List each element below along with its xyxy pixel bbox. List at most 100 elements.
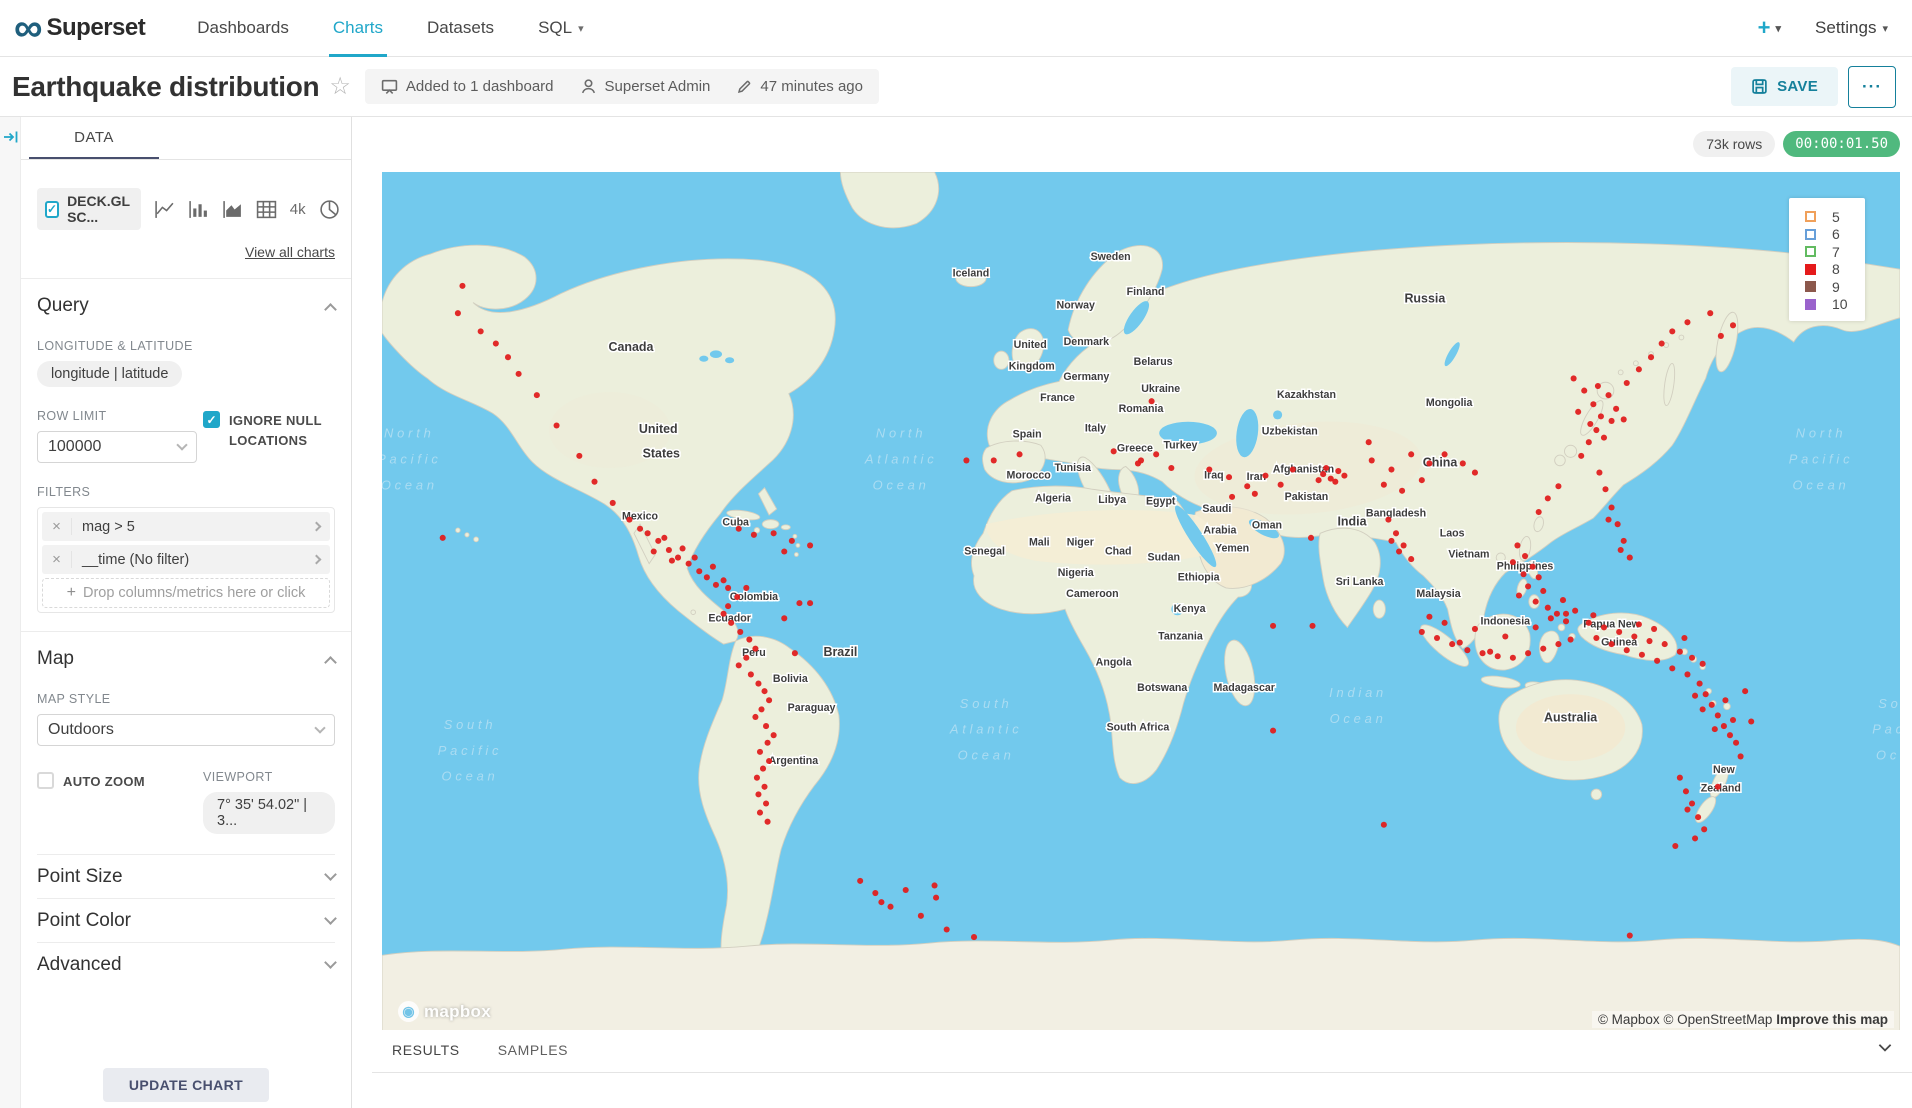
tab-samples[interactable]: SAMPLES (498, 1042, 568, 1072)
attribution-mapbox[interactable]: © Mapbox (1598, 1012, 1660, 1027)
remove-filter-icon[interactable]: × (42, 551, 72, 568)
chevron-down-icon: ▾ (578, 22, 584, 35)
earthquake-point (771, 530, 777, 536)
earthquake-point (1581, 388, 1587, 394)
earthquake-point (1709, 702, 1715, 708)
legend-row: 6 (1789, 226, 1865, 244)
deckgl-map[interactable]: NorthPacificOceanNorthAtlanticOceanSouth… (382, 172, 1900, 1030)
pie-chart-icon[interactable] (319, 199, 340, 220)
earthquake-point (1332, 479, 1338, 485)
collapse-panel-icon[interactable] (3, 129, 20, 150)
legend-swatch (1805, 264, 1816, 275)
update-chart-row: UPDATE CHART (21, 1068, 351, 1102)
advanced-section[interactable]: Advanced (37, 942, 335, 986)
lon-lat-value[interactable]: longitude | latitude (37, 361, 182, 387)
earthquake-point (1677, 649, 1683, 655)
map-label: Laos (1440, 527, 1465, 539)
filter-item-time[interactable]: × __time (No filter) (42, 545, 330, 574)
earthquake-point (651, 548, 657, 554)
favorite-star-icon[interactable]: ☆ (329, 72, 351, 101)
chevron-down-icon (176, 439, 187, 450)
earthquake-point (1480, 650, 1486, 656)
earthquake-point (1408, 451, 1414, 457)
bar-chart-icon[interactable] (188, 200, 209, 219)
owner-badge[interactable]: Superset Admin (580, 78, 711, 95)
earthquake-point (1707, 310, 1713, 316)
point-color-section[interactable]: Point Color (37, 898, 335, 942)
ignore-null-checkbox[interactable]: ✓ (203, 411, 220, 428)
save-button[interactable]: SAVE (1731, 67, 1838, 106)
earthquake-point (1525, 650, 1531, 656)
earthquake-point (857, 878, 863, 884)
mapbox-logo-icon: ◉ (398, 1001, 419, 1022)
viewport-value[interactable]: 7° 35' 54.02" | 3... (203, 792, 335, 834)
nav-item-sql[interactable]: SQL▾ (516, 0, 606, 57)
auto-zoom-checkbox[interactable]: ✓ (37, 772, 54, 789)
earthquake-point (1472, 626, 1478, 632)
earthquake-point (872, 890, 878, 896)
remove-filter-icon[interactable]: × (42, 518, 72, 535)
map-label: Saudi (1202, 503, 1231, 515)
nav-item-datasets[interactable]: Datasets (405, 0, 516, 57)
row-limit-select[interactable]: 100000 (37, 431, 197, 463)
map-label: Papua New (1583, 618, 1640, 630)
map-label: Niger (1067, 536, 1094, 548)
chart-title: Earthquake distribution (12, 71, 319, 103)
earthquake-point (1320, 471, 1326, 477)
earthquake-point (1226, 474, 1232, 480)
collapse-results-icon[interactable] (1876, 1038, 1894, 1061)
earthquake-point (1738, 753, 1744, 759)
map-label: Sweden (1091, 251, 1131, 263)
superset-logo[interactable]: ∞ Superset (14, 8, 145, 48)
map-style-select[interactable]: Outdoors (37, 714, 335, 746)
settings-menu[interactable]: Settings▾ (1815, 18, 1888, 38)
update-chart-button[interactable]: UPDATE CHART (103, 1068, 269, 1102)
earthquake-point (1401, 542, 1407, 548)
filter-item-mag[interactable]: × mag > 5 (42, 512, 330, 541)
more-actions-button[interactable]: ··· (1848, 66, 1896, 108)
dashboards-badge[interactable]: Added to 1 dashboard (381, 78, 554, 95)
earthquake-point (737, 629, 743, 635)
chevron-down-icon: ▾ (1882, 22, 1888, 35)
new-item-button[interactable]: +▾ (1758, 15, 1781, 41)
map-section-header[interactable]: Map (37, 632, 335, 670)
last-modified-badge[interactable]: 47 minutes ago (736, 78, 863, 95)
attribution-osm[interactable]: © OpenStreetMap (1663, 1012, 1772, 1027)
tab-results[interactable]: RESULTS (392, 1042, 460, 1072)
tab-data[interactable]: DATA (29, 117, 159, 159)
viz-type-selected[interactable]: ✓ DECK.GL SC... (37, 188, 141, 230)
lon-lat-label: LONGITUDE & LATITUDE (37, 339, 335, 353)
earthquake-point (1525, 583, 1531, 589)
earthquake-point (1381, 822, 1387, 828)
improve-map-link[interactable]: Improve this map (1776, 1012, 1888, 1027)
earthquake-point (1715, 784, 1721, 790)
line-chart-icon[interactable] (154, 200, 175, 219)
map-label: Belarus (1134, 356, 1173, 368)
viz-selected-checkbox[interactable]: ✓ (45, 201, 59, 218)
map-label: Indonesia (1481, 615, 1531, 627)
table-icon[interactable] (256, 200, 277, 219)
earthquake-point (734, 594, 740, 600)
earthquake-point (1366, 439, 1372, 445)
earthquake-point (1683, 788, 1689, 794)
mapbox-logo[interactable]: ◉ mapbox (398, 1001, 491, 1022)
view-all-charts-link[interactable]: View all charts (245, 244, 335, 260)
earthquake-point (1602, 486, 1608, 492)
earthquake-point (1520, 571, 1526, 577)
viz-4k-shortcut[interactable]: 4k (290, 201, 306, 218)
query-status-row: 73k rows 00:00:01.50 (1693, 131, 1900, 157)
point-size-section[interactable]: Point Size (37, 854, 335, 898)
earthquake-point (760, 766, 766, 772)
earthquake-point (680, 545, 686, 551)
data-panel: DATA ✓ DECK.GL SC... 4k View all charts (21, 117, 352, 1108)
nav-item-charts[interactable]: Charts (311, 0, 405, 57)
map-label: France (1040, 392, 1075, 404)
area-chart-icon[interactable] (222, 200, 243, 219)
add-filter-dropzone[interactable]: + Drop columns/metrics here or click (42, 578, 330, 608)
earthquake-point (932, 882, 938, 888)
earthquake-point (757, 749, 763, 755)
earthquake-point (1646, 638, 1652, 644)
earthquake-point (944, 926, 950, 932)
query-section-header[interactable]: Query (37, 279, 335, 317)
nav-item-dashboards[interactable]: Dashboards (175, 0, 311, 57)
